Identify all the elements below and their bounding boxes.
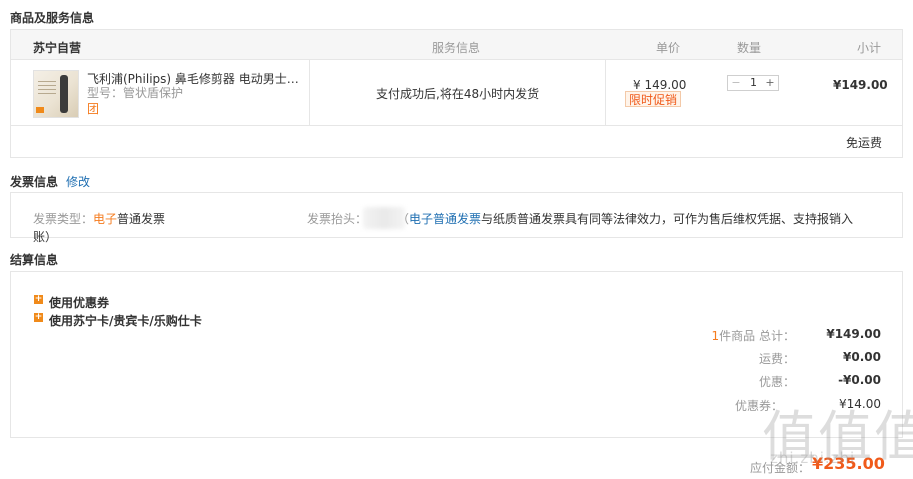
header-price: 单价 [656, 41, 681, 55]
settlement-section-title: 结算信息 [10, 253, 59, 267]
header-subtotal: 小计 [857, 41, 882, 55]
freight-value: ¥0.00 [843, 350, 881, 364]
header-quantity: 数量 [737, 41, 762, 55]
goods-section-title: 商品及服务信息 [10, 11, 95, 25]
freight-label: 运费： [758, 352, 795, 366]
invoice-header-label: 发票抬头： [307, 212, 368, 226]
invoice-desc-wrap: 账） [33, 230, 58, 244]
header-service: 服务信息 [432, 41, 481, 55]
summary-total: ¥149.00 [826, 327, 881, 341]
item-subtotal: ¥149.00 [833, 78, 888, 92]
row-divider [11, 125, 902, 126]
invoice-desc-link[interactable]: 电子普通发票 [409, 212, 481, 226]
quantity-stepper: − 1 + [727, 75, 779, 91]
invoice-type-value: 普通发票 [117, 212, 166, 226]
product-model: 型号：管状盾保护 [87, 86, 184, 100]
service-info: 支付成功后,将在48小时内发货 [376, 87, 540, 101]
store-name: 苏宁自营 [33, 41, 82, 55]
invoice-section-title: 发票信息 [10, 175, 59, 189]
invoice-box: 发票类型：电子普通发票 账） 发票抬头： （电子普通发票与纸质普通发票具有同等法… [10, 192, 903, 244]
invoice-type-highlight: 电子 [93, 212, 118, 226]
column-divider [605, 59, 606, 125]
item-count-label: 1件商品 总计： [711, 329, 795, 343]
qty-decrease-button[interactable]: − [730, 76, 742, 90]
expand-plus-icon[interactable]: + [34, 313, 43, 322]
limited-promo-badge: 限时促销 [625, 91, 682, 107]
goods-table-body: 飞利浦(Philips) 鼻毛修剪器 电动男士… 型号：管状盾保护 团 支付成功… [10, 59, 903, 158]
goods-table-header: 苏宁自营 服务信息 单价 数量 小计 [10, 29, 903, 60]
shipping-note: 免运费 [846, 136, 883, 150]
expand-plus-icon[interactable]: + [34, 295, 43, 304]
product-thumbnail[interactable] [33, 70, 79, 118]
watermark-text: zhi.zhi.zhi [770, 449, 856, 467]
qty-increase-button[interactable]: + [764, 76, 776, 90]
unit-price: ¥ 149.00 [633, 78, 687, 92]
qty-input[interactable]: 1 [745, 76, 762, 90]
use-coupon-toggle[interactable]: 使用优惠券 [49, 294, 109, 311]
invoice-type-label: 发票类型： [33, 212, 94, 226]
discount-value: -¥0.00 [838, 373, 881, 387]
invoice-edit-link[interactable]: 修改 [66, 173, 90, 190]
use-card-toggle[interactable]: 使用苏宁卡/贵宾卡/乐购仕卡 [49, 312, 202, 329]
invoice-desc-paren: （ [397, 212, 410, 226]
column-divider [309, 59, 310, 125]
invoice-desc-text: 与纸质普通发票具有同等法律效力，可作为售后维权凭据、支持报销入 [481, 212, 854, 226]
discount-label: 优惠： [758, 375, 795, 389]
group-buy-tag: 团 [87, 102, 100, 116]
